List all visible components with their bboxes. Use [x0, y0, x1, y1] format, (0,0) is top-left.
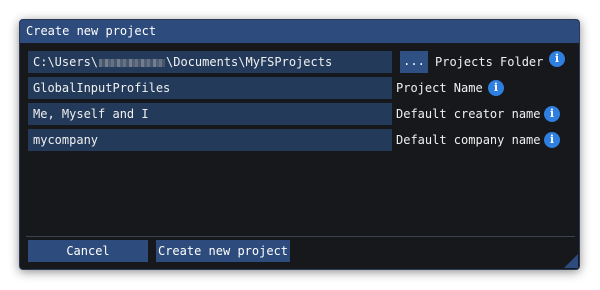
create-project-button[interactable]: Create new project — [156, 240, 290, 262]
projects-folder-label: Projects Folder — [435, 55, 544, 69]
footer-divider — [26, 236, 575, 237]
create-project-dialog: Create new project C:\Users\ \Documents\M… — [19, 19, 580, 270]
company-name-info-icon[interactable]: i — [544, 132, 560, 148]
project-name-label: Project Name — [396, 81, 483, 95]
creator-name-label: Default creator name — [396, 107, 541, 121]
company-name-field[interactable]: mycompany — [28, 129, 392, 151]
dialog-title[interactable]: Create new project — [20, 20, 579, 43]
projects-folder-suffix: \Documents\MyFSProjects — [166, 55, 333, 69]
creator-name-field[interactable]: Me, Myself and I — [28, 103, 392, 125]
project-name-info-icon[interactable]: i — [488, 80, 504, 96]
cancel-button[interactable]: Cancel — [28, 240, 148, 262]
projects-folder-row: C:\Users\ \Documents\MyFSProjects ... Pro… — [28, 51, 573, 73]
projects-folder-info-icon[interactable]: i — [549, 51, 565, 67]
projects-folder-field[interactable]: C:\Users\ \Documents\MyFSProjects — [28, 51, 392, 73]
creator-name-row: Me, Myself and I Default creator name i — [28, 103, 573, 125]
company-name-label: Default company name — [396, 133, 541, 147]
creator-name-info-icon[interactable]: i — [544, 106, 560, 122]
company-name-row: mycompany Default company name i — [28, 129, 573, 151]
project-name-row: GlobalInputProfiles Project Name i — [28, 77, 573, 99]
browse-folder-button[interactable]: ... — [400, 51, 428, 73]
resize-grip-icon[interactable] — [564, 254, 578, 268]
redacted-username — [99, 58, 166, 67]
project-name-field[interactable]: GlobalInputProfiles — [28, 77, 392, 99]
projects-folder-prefix: C:\Users\ — [33, 55, 99, 69]
